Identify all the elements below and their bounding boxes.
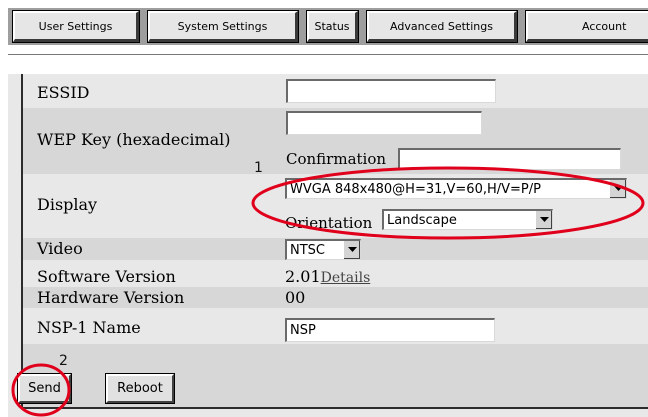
tab-account[interactable]: Account <box>525 10 648 43</box>
chevron-down-icon <box>343 241 360 259</box>
hardware-version-row: Hardware Version 00 <box>23 287 648 308</box>
wep-key-row: WEP Key (hexadecimal) Confirmation <box>23 108 648 174</box>
tab-row: User Settings System Settings Status Adv… <box>8 8 648 45</box>
nsp-name-input[interactable]: NSP <box>285 318 495 342</box>
chevron-down-icon <box>609 180 626 198</box>
essid-input[interactable] <box>286 79 496 103</box>
annotation-marker-2: 2 <box>59 353 68 369</box>
display-label: Display <box>37 195 98 214</box>
display-row: Display WVGA 848x480@H=31,V=60,H/V=P/P O… <box>23 174 648 238</box>
orientation-select[interactable]: Landscape <box>382 209 553 230</box>
software-version-row: Software Version 2.01Details <box>23 260 648 287</box>
tab-divider <box>8 54 648 55</box>
video-row: Video NTSC <box>23 238 648 260</box>
orientation-value: Landscape <box>387 213 457 228</box>
orientation-label: Orientation <box>285 214 373 232</box>
software-version-number: 2.01 <box>285 267 321 286</box>
details-link[interactable]: Details <box>321 270 371 286</box>
settings-form: ESSID WEP Key (hexadecimal) Confirmation… <box>8 74 648 417</box>
chevron-down-icon <box>535 211 552 229</box>
tab-system-settings[interactable]: System Settings <box>147 10 299 43</box>
video-label: Video <box>37 239 83 258</box>
confirmation-label: Confirmation <box>286 150 387 168</box>
wep-key-input[interactable] <box>286 111 482 135</box>
hardware-version-value: 00 <box>285 288 306 307</box>
display-mode-select[interactable]: WVGA 848x480@H=31,V=60,H/V=P/P <box>285 178 627 199</box>
display-mode-value: WVGA 848x480@H=31,V=60,H/V=P/P <box>290 182 541 197</box>
reboot-button[interactable]: Reboot <box>105 373 175 404</box>
software-version-label: Software Version <box>37 267 176 286</box>
top-navigation: User Settings System Settings Status Adv… <box>0 0 648 64</box>
annotation-marker-1: 1 <box>254 160 263 176</box>
nsp-name-label: NSP-1 Name <box>37 318 141 337</box>
video-standard-value: NTSC <box>290 243 325 258</box>
tab-status[interactable]: Status <box>306 10 359 43</box>
tab-user-settings[interactable]: User Settings <box>12 10 140 43</box>
panel-bottom-border <box>21 407 648 409</box>
essid-label: ESSID <box>37 83 90 102</box>
essid-row: ESSID <box>23 74 648 108</box>
wep-key-label: WEP Key (hexadecimal) <box>37 130 231 149</box>
software-version-value: 2.01Details <box>285 267 370 286</box>
confirmation-input[interactable] <box>398 148 621 170</box>
hardware-version-label: Hardware Version <box>37 288 185 307</box>
nsp-name-row: NSP-1 Name NSP <box>23 308 648 344</box>
send-button[interactable]: Send <box>17 373 72 404</box>
video-standard-select[interactable]: NTSC <box>285 239 361 260</box>
tab-advanced-settings[interactable]: Advanced Settings <box>366 10 518 43</box>
